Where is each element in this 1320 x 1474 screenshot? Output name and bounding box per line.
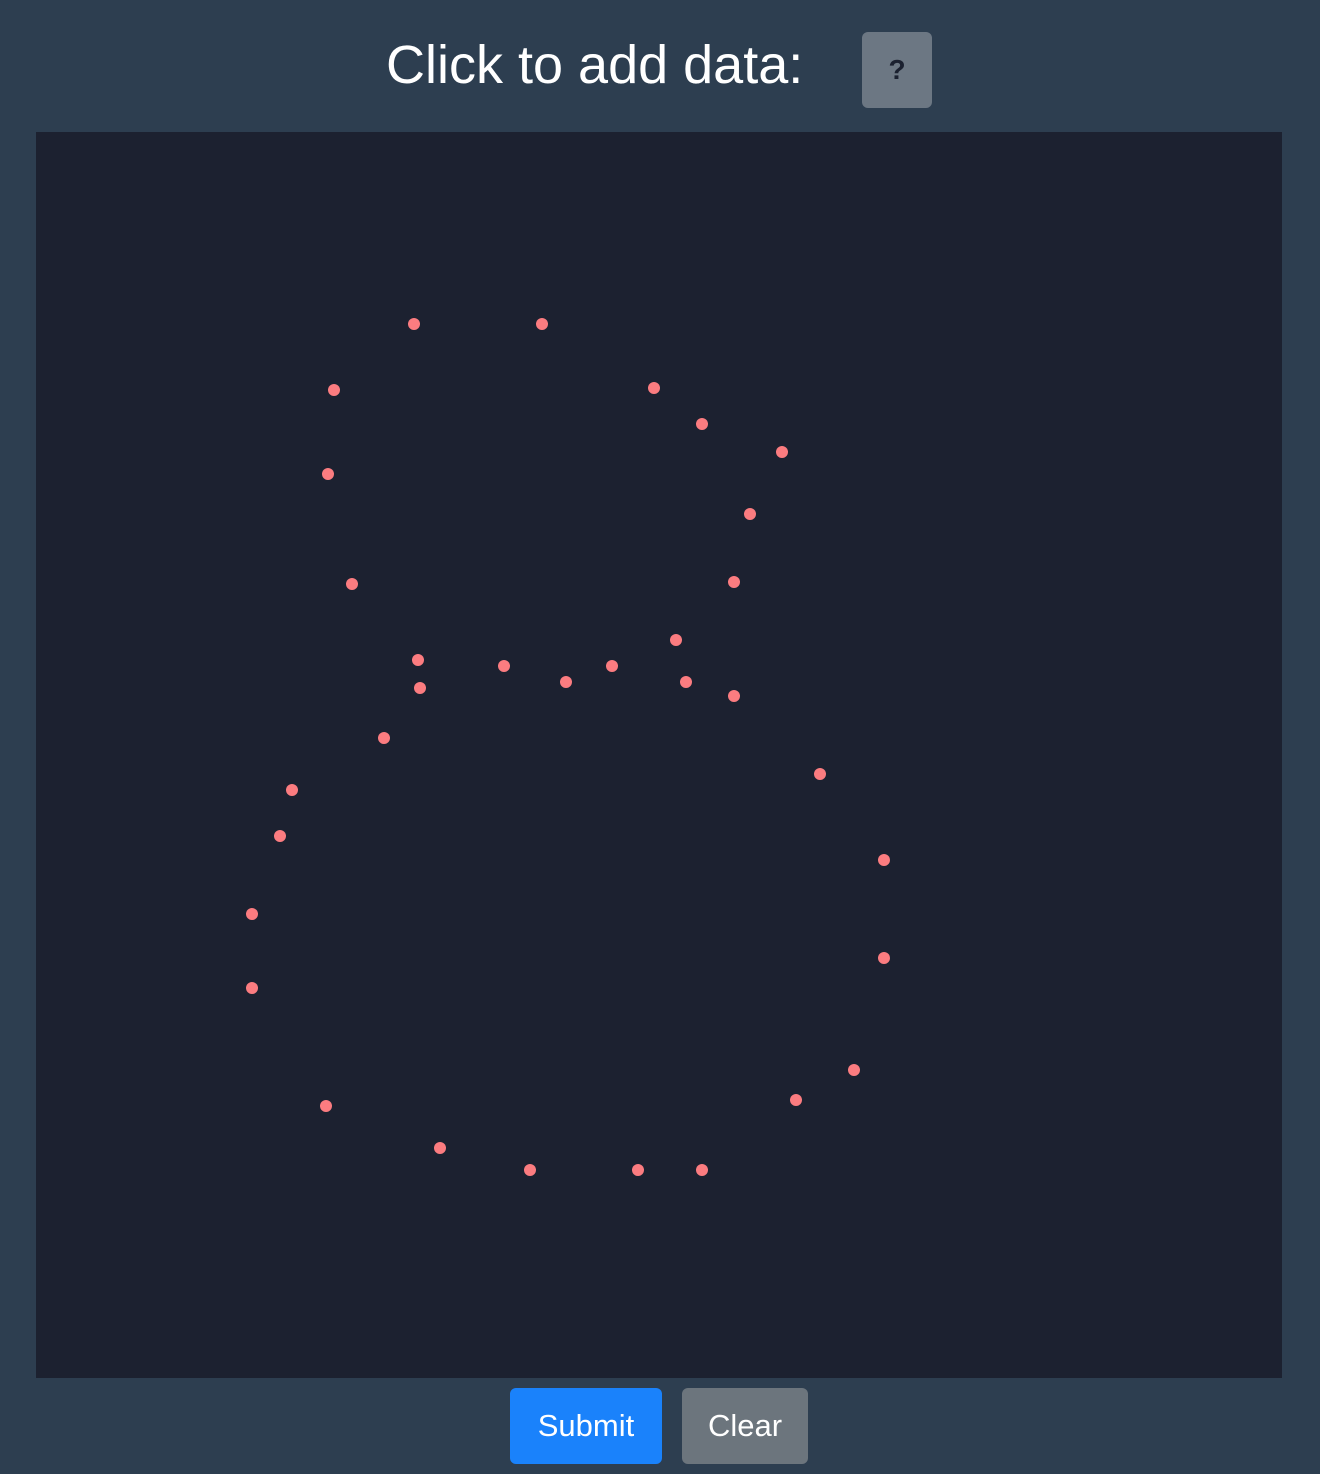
data-point	[814, 768, 826, 780]
data-point	[246, 982, 258, 994]
clear-button[interactable]: Clear	[682, 1388, 808, 1464]
submit-button[interactable]: Submit	[510, 1388, 662, 1464]
data-point	[728, 690, 740, 702]
data-point	[378, 732, 390, 744]
data-point	[524, 1164, 536, 1176]
data-point	[328, 384, 340, 396]
data-point	[696, 418, 708, 430]
data-point	[320, 1100, 332, 1112]
data-point	[648, 382, 660, 394]
data-point	[286, 784, 298, 796]
question-mark-icon: ?	[888, 54, 906, 85]
data-point	[414, 682, 426, 694]
data-point	[790, 1094, 802, 1106]
data-point	[670, 634, 682, 646]
header: Click to add data: ?	[0, 0, 1320, 132]
data-point	[696, 1164, 708, 1176]
data-point	[848, 1064, 860, 1076]
points-layer	[246, 318, 890, 1176]
data-point	[632, 1164, 644, 1176]
data-point	[322, 468, 334, 480]
data-point	[728, 576, 740, 588]
data-point	[434, 1142, 446, 1154]
data-point	[776, 446, 788, 458]
data-point	[878, 952, 890, 964]
data-point	[246, 908, 258, 920]
data-point	[274, 830, 286, 842]
data-point	[878, 854, 890, 866]
data-point	[606, 660, 618, 672]
data-point	[536, 318, 548, 330]
data-point	[412, 654, 424, 666]
help-button[interactable]: ?	[862, 32, 932, 108]
data-point	[498, 660, 510, 672]
page-title: Click to add data:	[386, 35, 804, 95]
data-point	[408, 318, 420, 330]
data-point	[680, 676, 692, 688]
drawing-canvas[interactable]	[36, 132, 1282, 1378]
data-point	[346, 578, 358, 590]
data-point	[744, 508, 756, 520]
data-point	[560, 676, 572, 688]
